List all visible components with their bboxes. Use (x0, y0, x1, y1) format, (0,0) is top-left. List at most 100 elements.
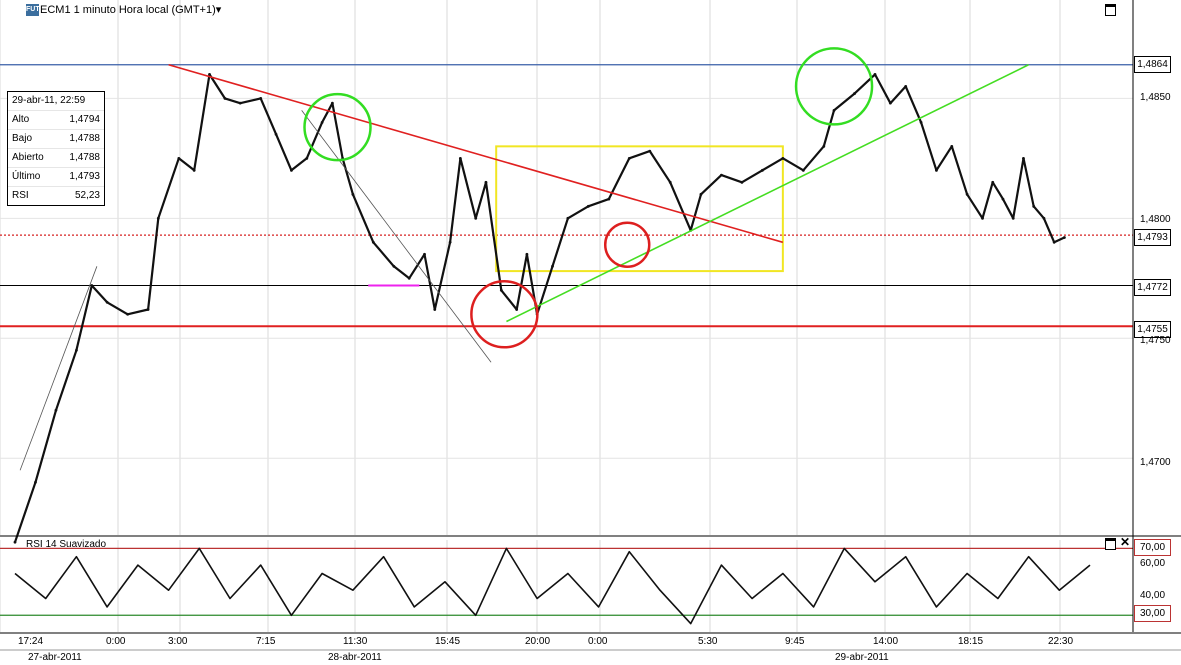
price-point (525, 252, 529, 256)
info-datetime: 29-abr-11, 22:59 (12, 95, 86, 106)
price-point (853, 92, 856, 95)
price-point (371, 240, 375, 244)
price-point (146, 308, 150, 311)
x-tick-label: 14:00 (873, 636, 899, 647)
price-point (433, 308, 437, 311)
price-point (407, 276, 411, 280)
price-tag-1: 1,4864 (1134, 56, 1171, 73)
price-point (648, 149, 652, 153)
x-tick-label: 11:30 (343, 636, 368, 647)
price-point (223, 96, 227, 100)
rsi-tick-label: 40,00 (1140, 590, 1166, 601)
price-point (1022, 156, 1025, 160)
y-tick-label: 1,4800 (1140, 214, 1171, 225)
chart-background (0, 0, 1181, 665)
x-tick-label: 22:30 (1048, 636, 1074, 647)
x-tick-label: 15:45 (435, 636, 461, 647)
x-tick-label: 3:00 (168, 636, 188, 647)
info-row-high: Alto 1,4794 (8, 110, 104, 129)
price-point (330, 101, 334, 105)
price-point (668, 180, 672, 184)
price-point (991, 180, 995, 184)
maximize-rsi-button[interactable] (1105, 538, 1116, 550)
maximize-chart-button[interactable] (1105, 4, 1116, 16)
close-rsi-icon[interactable]: ✕ (1120, 535, 1130, 549)
price-point (208, 72, 211, 76)
price-point (177, 156, 181, 160)
price-point (75, 348, 78, 352)
price-point (238, 101, 242, 105)
price-point (950, 144, 954, 148)
info-row-open: Abierto 1,4788 (8, 148, 104, 167)
price-point (1063, 236, 1066, 239)
price-point (351, 192, 355, 196)
price-tag-2: 1,4793 (1134, 229, 1171, 246)
x-tick-label: 5:30 (698, 636, 718, 647)
price-point (126, 312, 130, 316)
price-point (305, 156, 309, 160)
price-point (551, 264, 554, 268)
rsi-tag-30: 30,00 (1134, 605, 1171, 622)
y-tick-label: 1,4700 (1140, 457, 1171, 468)
price-point (904, 84, 908, 88)
price-point (965, 192, 969, 196)
y-tick-label: 1,4850 (1140, 92, 1171, 103)
price-point (981, 216, 984, 220)
x-tick-label: 20:00 (525, 636, 551, 647)
rsi-panel-label: RSI 14 Suavizado (26, 539, 107, 550)
chart-title-text: ECM1 1 minuto Hora local (GMT+1) (40, 4, 216, 16)
x-tick-label: 0:00 (588, 636, 608, 647)
price-point (54, 408, 58, 412)
x-tick-label: 18:15 (958, 636, 984, 647)
price-point (873, 72, 877, 76)
x-tick-label: 0:00 (106, 636, 126, 647)
price-point (105, 300, 109, 304)
chart-svg (0, 0, 1181, 665)
price-point (90, 284, 94, 287)
chart-title[interactable]: ECM1 1 minuto Hora local (GMT+1)▾ (40, 3, 221, 16)
price-point (740, 180, 744, 184)
price-point (627, 156, 631, 160)
price-point (34, 480, 37, 484)
info-row-low: Bajo 1,4788 (8, 129, 104, 148)
price-point (935, 168, 938, 172)
price-point (919, 120, 923, 124)
price-point (458, 156, 462, 160)
price-point (1011, 216, 1015, 220)
price-point (1001, 197, 1005, 201)
x-tick-label: 7:15 (256, 636, 276, 647)
price-point (607, 197, 611, 201)
price-point (423, 252, 426, 256)
price-point (13, 540, 17, 544)
info-row-last: Último 1,4793 (8, 167, 104, 186)
rsi-tick-label: 60,00 (1140, 558, 1166, 569)
x-tick-label: 17:24 (18, 636, 44, 647)
price-point (192, 168, 196, 172)
price-point (474, 216, 478, 220)
ohlc-info-box: 29-abr-11, 22:59 Alto 1,4794 Bajo 1,4788 A… (7, 91, 105, 206)
price-point (822, 144, 826, 148)
price-point (566, 216, 570, 220)
date-label: 28-abr-2011 (328, 652, 382, 663)
info-row-rsi: RSI 52,23 (8, 186, 104, 205)
price-point (1042, 216, 1046, 220)
x-tick-label: 9:45 (785, 636, 805, 647)
price-point (156, 216, 160, 220)
price-point (781, 156, 785, 160)
price-point (320, 120, 324, 124)
caret-down-icon[interactable]: ▾ (216, 4, 222, 16)
price-point (274, 132, 278, 136)
price-point (259, 96, 263, 100)
price-point (888, 101, 892, 105)
price-point (290, 168, 293, 172)
price-point (720, 173, 723, 177)
y-tick-label: 1,4750 (1140, 335, 1171, 346)
price-point (392, 264, 396, 268)
price-point (832, 108, 836, 112)
price-tag-3: 1,4772 (1134, 279, 1171, 296)
rsi-tag-70: 70,00 (1134, 539, 1171, 556)
price-point (801, 168, 805, 172)
price-point (699, 192, 703, 196)
price-point (484, 180, 488, 184)
price-point (586, 204, 590, 208)
